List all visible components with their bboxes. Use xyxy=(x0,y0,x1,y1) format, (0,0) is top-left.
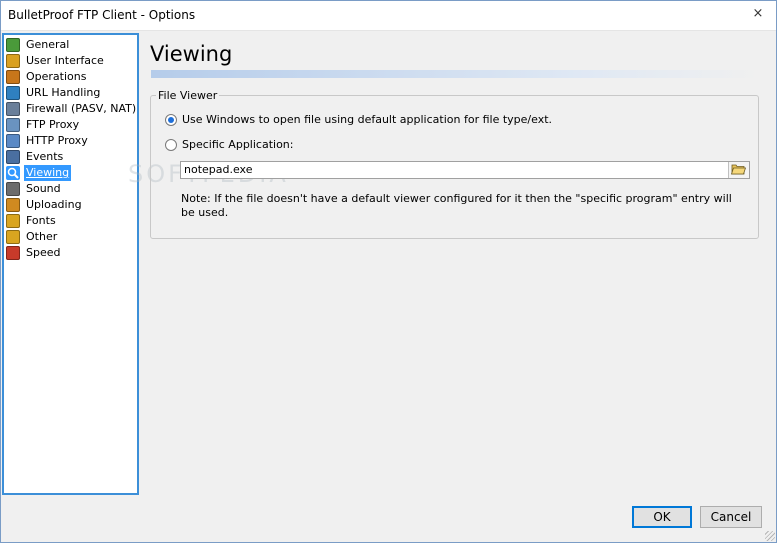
specific-app-radio[interactable] xyxy=(165,138,177,151)
browse-button[interactable] xyxy=(728,162,749,178)
windows-default-radio[interactable] xyxy=(165,113,177,126)
sidebar-item-label: Other xyxy=(26,230,58,243)
windows-default-option[interactable]: Use Windows to open file using default a… xyxy=(165,113,552,126)
sidebar-item-label: Sound xyxy=(26,182,61,195)
gear-folder-icon xyxy=(6,70,20,84)
sidebar-item-uploading[interactable]: Uploading xyxy=(6,197,137,213)
file-viewer-group-label: File Viewer xyxy=(156,89,220,102)
open-folder-icon xyxy=(730,164,747,175)
sidebar-item-label: FTP Proxy xyxy=(26,118,80,131)
sidebar-item-operations[interactable]: Operations xyxy=(6,69,137,85)
heading-divider xyxy=(151,70,760,78)
events-list-icon xyxy=(6,150,20,164)
resize-grip[interactable] xyxy=(765,531,775,541)
windows-default-label[interactable]: Use Windows to open file using default a… xyxy=(182,113,552,126)
globe-link-icon xyxy=(6,86,20,100)
ok-button[interactable]: OK xyxy=(632,506,692,528)
upload-icon xyxy=(6,198,20,212)
window-title: BulletProof FTP Client - Options xyxy=(8,8,196,22)
sidebar-item-label: Fonts xyxy=(26,214,56,227)
sidebar-item-label: General xyxy=(26,38,70,51)
title-bar: BulletProof FTP Client - Options × xyxy=(0,0,777,31)
sidebar-item-viewing[interactable]: Viewing xyxy=(6,165,137,181)
proxy-computer-icon xyxy=(6,118,20,132)
note-text: Note: If the file doesn't have a default… xyxy=(181,192,732,219)
sidebar-item-label: URL Handling xyxy=(26,86,101,99)
speed-runner-icon xyxy=(6,246,20,260)
sidebar-item-sound[interactable]: Sound xyxy=(6,181,137,197)
sidebar-item-other[interactable]: Other xyxy=(6,229,137,245)
sidebar-item-label: HTTP Proxy xyxy=(26,134,88,147)
specific-app-label[interactable]: Specific Application: xyxy=(182,138,293,151)
sidebar-item-http-proxy[interactable]: HTTP Proxy xyxy=(6,133,137,149)
sidebar-item-firewall-pasv-nat[interactable]: Firewall (PASV, NAT) xyxy=(6,101,137,117)
sidebar-item-url-handling[interactable]: URL Handling xyxy=(6,85,137,101)
sidebar-item-label: User Interface xyxy=(26,54,104,67)
settings-cog-icon xyxy=(6,38,20,52)
other-folder-icon xyxy=(6,230,20,244)
sidebar-item-user-interface[interactable]: User Interface xyxy=(6,53,137,69)
sidebar-item-events[interactable]: Events xyxy=(6,149,137,165)
window-check-icon xyxy=(6,54,20,68)
sidebar-item-label: Uploading xyxy=(26,198,82,211)
specific-app-option[interactable]: Specific Application: xyxy=(165,138,293,151)
sidebar-item-label: Viewing xyxy=(24,165,72,181)
cancel-button[interactable]: Cancel xyxy=(700,506,762,528)
fonts-folder-icon xyxy=(6,214,20,228)
http-proxy-icon xyxy=(6,134,20,148)
sidebar-item-general[interactable]: General xyxy=(6,37,137,53)
magnifier-icon xyxy=(6,166,20,180)
category-items: General User Interface Operations URL Handl… xyxy=(4,35,137,261)
page-title: Viewing xyxy=(150,42,233,66)
sidebar-item-speed[interactable]: Speed xyxy=(6,245,137,261)
speaker-icon xyxy=(6,182,20,196)
sidebar-item-label: Events xyxy=(26,150,64,163)
sidebar-item-label: Speed xyxy=(26,246,61,259)
close-icon[interactable]: × xyxy=(749,5,767,23)
options-category-list[interactable]: General User Interface Operations URL Handl… xyxy=(2,33,139,495)
sidebar-item-label: Firewall (PASV, NAT) xyxy=(26,102,137,115)
firewall-computer-icon xyxy=(6,102,20,116)
sidebar-item-fonts[interactable]: Fonts xyxy=(6,213,137,229)
sidebar-item-ftp-proxy[interactable]: FTP Proxy xyxy=(6,117,137,133)
sidebar-item-label: Operations xyxy=(26,70,87,83)
specific-app-input[interactable]: notepad.exe xyxy=(180,161,750,179)
